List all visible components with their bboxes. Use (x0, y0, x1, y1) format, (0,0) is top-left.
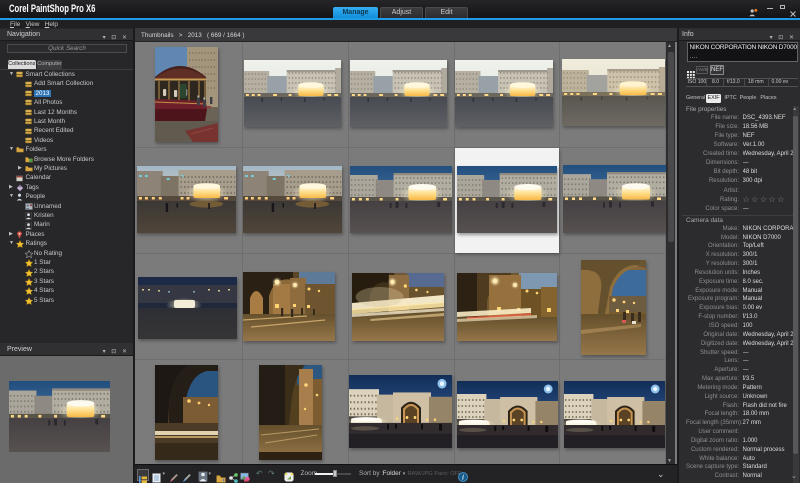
svg-text:i: i (462, 473, 464, 481)
